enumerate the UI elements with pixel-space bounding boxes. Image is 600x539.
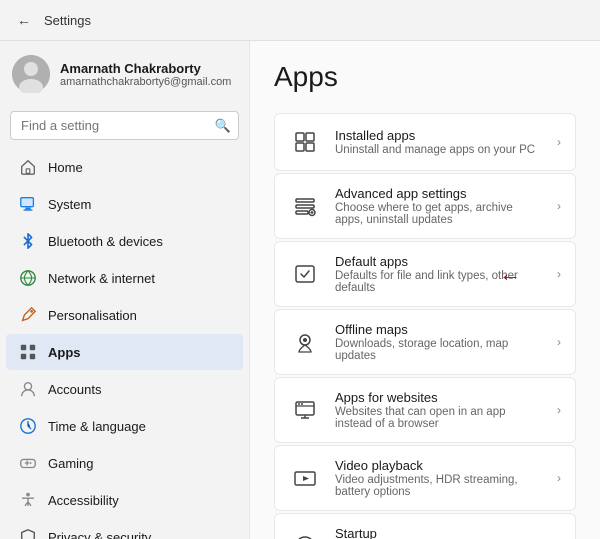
main-layout: Amarnath Chakraborty amarnathchakraborty… <box>0 41 600 539</box>
sidebar-item-privacy[interactable]: Privacy & security <box>6 519 243 539</box>
user-profile[interactable]: Amarnath Chakraborty amarnathchakraborty… <box>0 41 249 107</box>
settings-list: Installed apps Uninstall and manage apps… <box>274 113 576 539</box>
system-icon <box>18 194 38 214</box>
user-info: Amarnath Chakraborty amarnathchakraborty… <box>60 61 231 88</box>
sidebar-item-label: Time & language <box>48 419 146 434</box>
sidebar-item-personalisation[interactable]: Personalisation <box>6 297 243 333</box>
settings-item-desc: Defaults for file and link types, other … <box>335 270 543 294</box>
sidebar-item-apps[interactable]: Apps <box>6 334 243 370</box>
privacy-icon <box>18 527 38 539</box>
avatar <box>12 55 50 93</box>
settings-item-text: Apps for websites Websites that can open… <box>335 390 543 430</box>
video-playback-icon <box>289 462 321 494</box>
user-email: amarnathchakraborty6@gmail.com <box>60 76 231 88</box>
sidebar-item-label: Accessibility <box>48 493 119 508</box>
startup-icon <box>289 530 321 539</box>
sidebar: Amarnath Chakraborty amarnathchakraborty… <box>0 41 250 539</box>
home-icon <box>18 157 38 177</box>
settings-item-advanced-app-settings[interactable]: Advanced app settings Choose where to ge… <box>274 173 576 239</box>
settings-item-default-apps[interactable]: Default apps Defaults for file and link … <box>274 241 576 307</box>
settings-item-title: Apps for websites <box>335 390 543 405</box>
default-apps-icon <box>289 258 321 290</box>
settings-item-title: Advanced app settings <box>335 186 543 201</box>
chevron-right-icon: › <box>557 335 561 349</box>
sidebar-item-label: Accounts <box>48 382 101 397</box>
sidebar-item-label: Gaming <box>48 456 94 471</box>
page-title: Apps <box>274 61 576 93</box>
chevron-right-icon: › <box>557 135 561 149</box>
sidebar-item-label: System <box>48 197 91 212</box>
settings-item-title: Offline maps <box>335 322 543 337</box>
sidebar-nav: Home System Bluetooth & devices Network … <box>0 148 249 539</box>
search-icon: 🔍 <box>215 118 231 134</box>
settings-item-desc: Choose where to get apps, archive apps, … <box>335 202 543 226</box>
chevron-right-icon: › <box>557 403 561 417</box>
sidebar-item-accounts[interactable]: Accounts <box>6 371 243 407</box>
search-box: 🔍 <box>10 111 239 140</box>
back-button[interactable]: ← <box>12 8 36 32</box>
sidebar-item-home[interactable]: Home <box>6 149 243 185</box>
settings-item-text: Advanced app settings Choose where to ge… <box>335 186 543 226</box>
sidebar-item-label: Bluetooth & devices <box>48 234 163 249</box>
search-input[interactable] <box>10 111 239 140</box>
sidebar-item-time[interactable]: Time & language <box>6 408 243 444</box>
settings-item-text: Installed apps Uninstall and manage apps… <box>335 128 543 156</box>
settings-item-video-playback[interactable]: Video playback Video adjustments, HDR st… <box>274 445 576 511</box>
installed-apps-icon <box>289 126 321 158</box>
title-bar-text: Settings <box>44 13 91 28</box>
sidebar-item-label: Apps <box>48 345 81 360</box>
offline-maps-icon <box>289 326 321 358</box>
sidebar-item-accessibility[interactable]: Accessibility <box>6 482 243 518</box>
settings-item-startup[interactable]: Startup Apps that start automatically wh… <box>274 513 576 539</box>
sidebar-item-network[interactable]: Network & internet <box>6 260 243 296</box>
settings-item-text: Video playback Video adjustments, HDR st… <box>335 458 543 498</box>
sidebar-item-label: Personalisation <box>48 308 137 323</box>
settings-item-installed-apps[interactable]: Installed apps Uninstall and manage apps… <box>274 113 576 171</box>
settings-item-apps-for-websites[interactable]: Apps for websites Websites that can open… <box>274 377 576 443</box>
sidebar-item-label: Privacy & security <box>48 530 151 539</box>
settings-item-title: Startup <box>335 526 543 539</box>
settings-item-offline-maps[interactable]: Offline maps Downloads, storage location… <box>274 309 576 375</box>
accessibility-icon <box>18 490 38 510</box>
sidebar-item-label: Home <box>48 160 83 175</box>
settings-item-text: Offline maps Downloads, storage location… <box>335 322 543 362</box>
sidebar-item-bluetooth[interactable]: Bluetooth & devices <box>6 223 243 259</box>
apps-icon <box>18 342 38 362</box>
time-icon <box>18 416 38 436</box>
personalisation-icon <box>18 305 38 325</box>
chevron-right-icon: › <box>557 199 561 213</box>
settings-item-desc: Websites that can open in an app instead… <box>335 406 543 430</box>
sidebar-item-label: Network & internet <box>48 271 155 286</box>
settings-item-title: Installed apps <box>335 128 543 143</box>
settings-item-text: Default apps Defaults for file and link … <box>335 254 543 294</box>
settings-item-desc: Video adjustments, HDR streaming, batter… <box>335 474 543 498</box>
title-bar: ← Settings <box>0 0 600 41</box>
content-area: Apps Installed apps Uninstall and manage… <box>250 41 600 539</box>
sidebar-item-system[interactable]: System <box>6 186 243 222</box>
network-icon <box>18 268 38 288</box>
settings-item-desc: Downloads, storage location, map updates <box>335 338 543 362</box>
apps-for-websites-icon <box>289 394 321 426</box>
settings-item-title: Video playback <box>335 458 543 473</box>
settings-item-desc: Uninstall and manage apps on your PC <box>335 144 543 156</box>
advanced-app-settings-icon <box>289 190 321 222</box>
chevron-right-icon: › <box>557 267 561 281</box>
settings-item-title: Default apps <box>335 254 543 269</box>
settings-item-text: Startup Apps that start automatically wh… <box>335 526 543 539</box>
bluetooth-icon <box>18 231 38 251</box>
app-container: ← Settings Amarnath Chakraborty amarnath… <box>0 0 600 539</box>
accounts-icon <box>18 379 38 399</box>
gaming-icon <box>18 453 38 473</box>
sidebar-item-gaming[interactable]: Gaming <box>6 445 243 481</box>
chevron-right-icon: › <box>557 471 561 485</box>
user-name: Amarnath Chakraborty <box>60 61 231 76</box>
